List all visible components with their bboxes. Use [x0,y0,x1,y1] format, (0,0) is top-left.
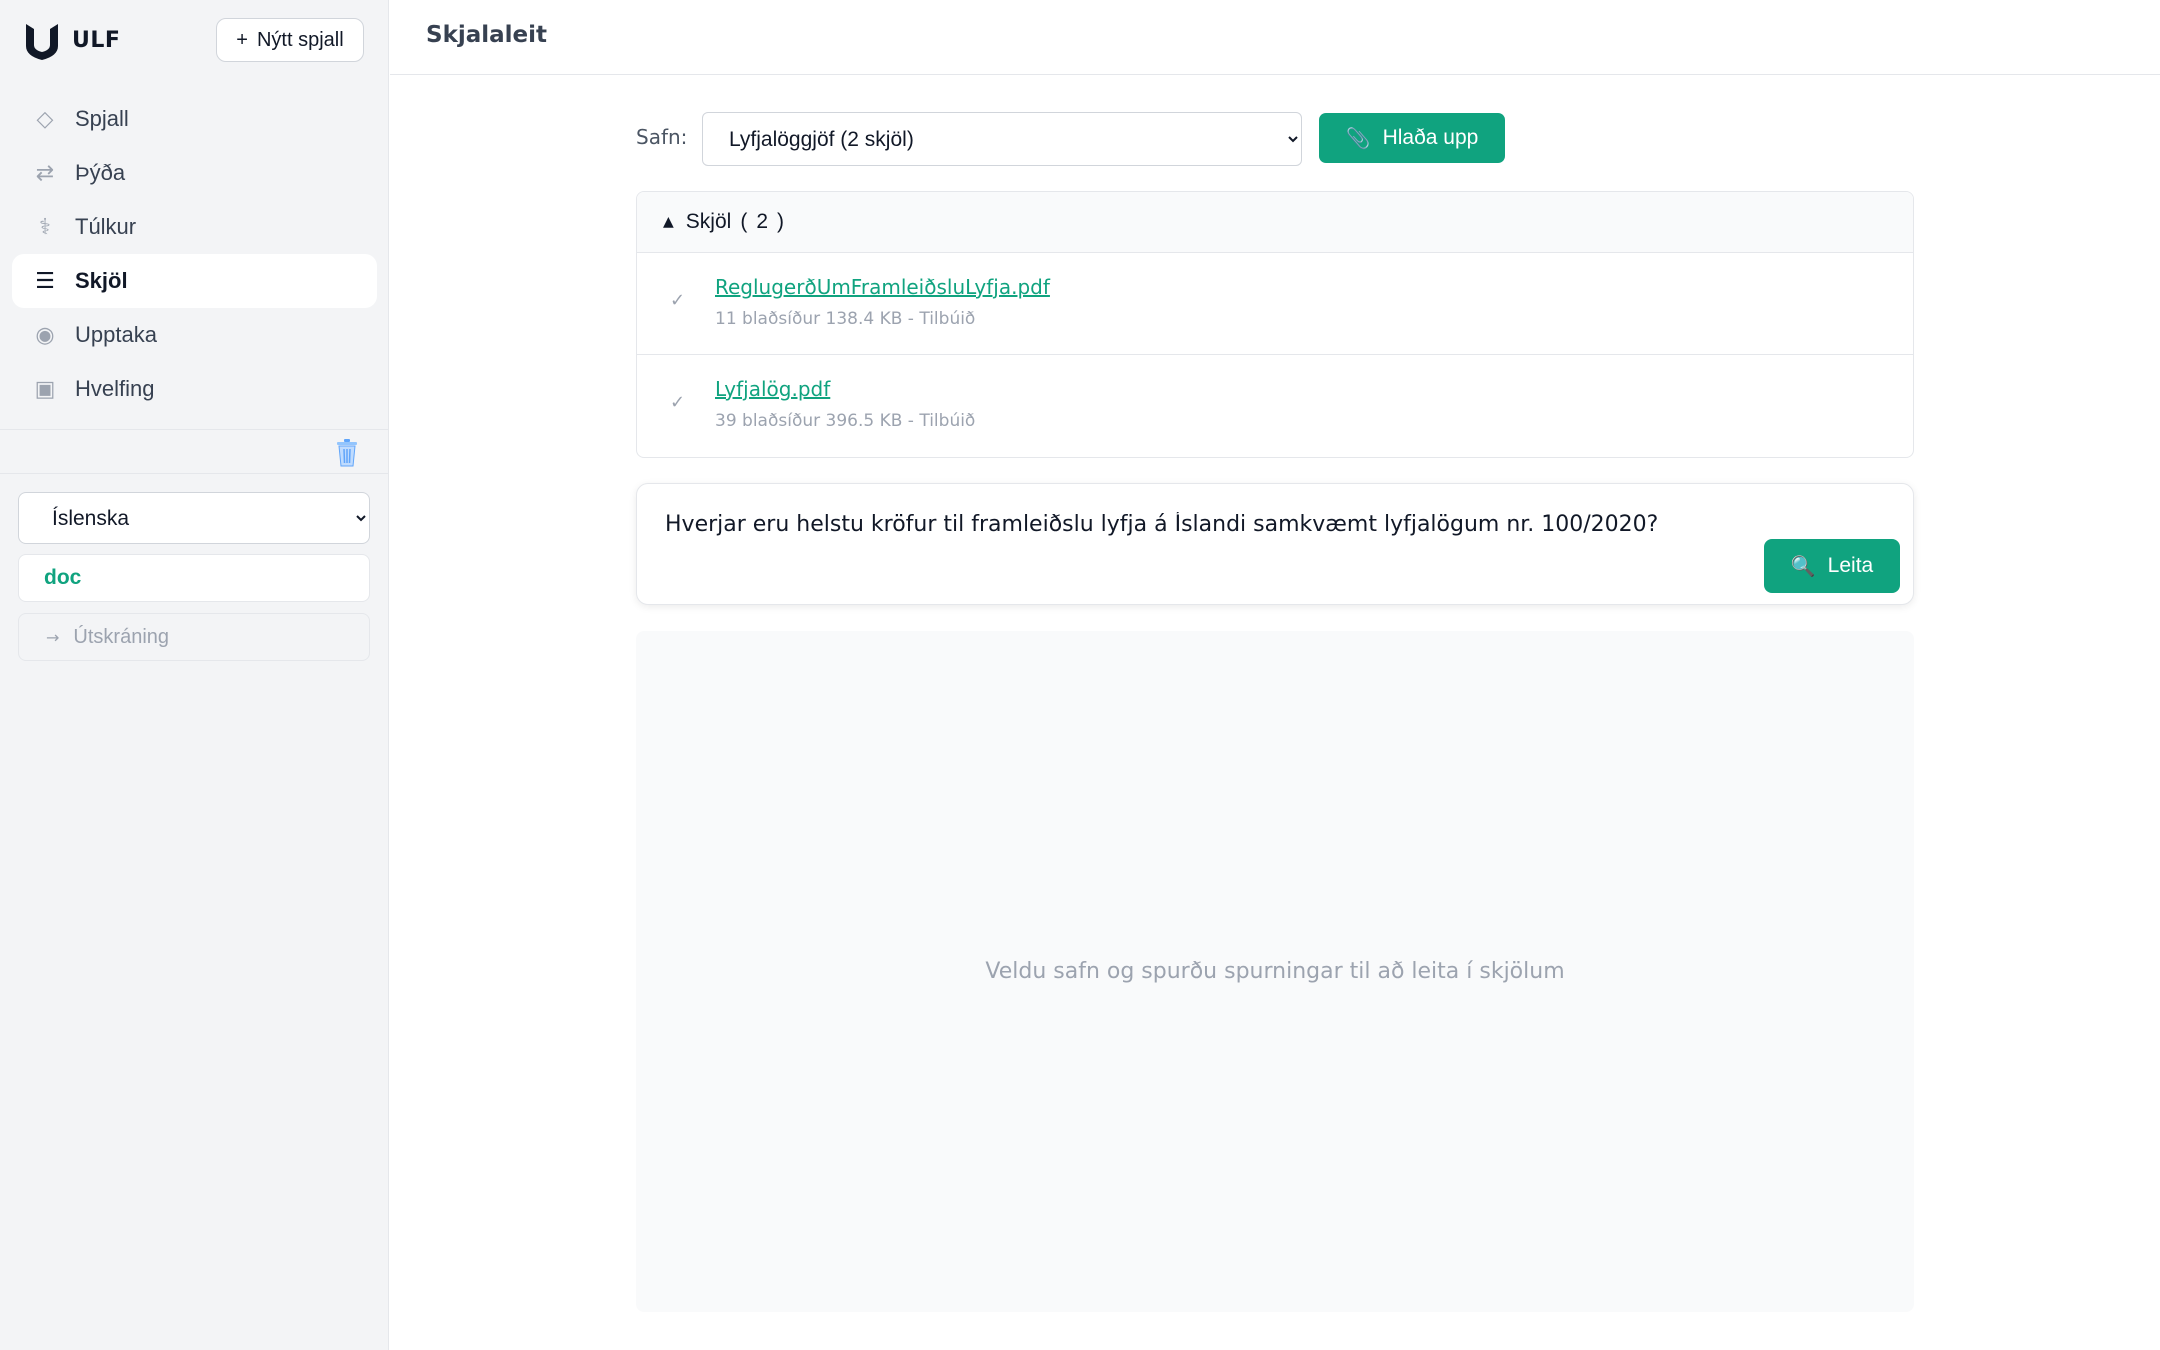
check-icon: ✓ [670,392,686,413]
sidebar-item-tulkur[interactable]: ⚕ Túlkur [12,200,377,254]
documents-header-label: Skjöl [685,210,732,233]
upload-label: Hlaða upp [1382,126,1479,149]
documents-toggle[interactable]: ▲ Skjöl ( 2 ) [637,192,1913,253]
document-link[interactable]: ReglugerðUmFramleiðsluLyfja.pdf [715,275,1050,299]
document-meta: 11 blaðsíður 138.4 KB - Tilbúið [715,309,976,329]
sidebar-item-label: Hvelfing [75,376,155,401]
sidebar-item-label: Spjall [75,106,129,131]
document-row: ✓ Lyfjalög.pdf 39 blaðsíður 396.5 KB - T… [637,355,1913,457]
sidebar-nav: ◇ Spjall ⇄ Þýða ⚕ Túlkur ☰ Skjöl ◉ Uppta… [12,92,377,416]
paperclip-icon: 📎 [1345,127,1371,150]
sidebar-item-skjol[interactable]: ☰ Skjöl [12,254,377,308]
logout-button[interactable]: → Útskráning [18,613,370,661]
paren-open: ( [740,210,748,233]
sidebar-item-label: Þýða [75,160,126,185]
arrow-right-icon: → [46,627,60,647]
document-meta: 39 blaðsíður 396.5 KB - Tilbúið [715,411,976,431]
sidebar-item-label: Skjöl [75,268,128,293]
top-bar: Skjalaleit [390,0,2160,75]
mode-badge: doc [18,554,370,602]
vault-icon: ▣ [34,376,56,402]
upload-button[interactable]: 📎 Hlaða upp [1319,113,1505,163]
list-icon: ☰ [35,268,55,294]
paren-close: ) [777,210,784,233]
empty-results-message: Veldu safn og spurðu spurningar til að l… [985,959,1565,984]
ulf-logo-icon [26,24,58,60]
document-row: ✓ ReglugerðUmFramleiðsluLyfja.pdf 11 bla… [637,253,1913,355]
sidebar: ULF + Nýtt spjall ◇ Spjall ⇄ Þýða ⚕ Túlk… [0,0,389,1350]
search-button[interactable]: 🔍 Leita [1764,539,1900,593]
diamond-icon: ◇ [36,106,54,132]
sidebar-divider [0,473,389,474]
sidebar-item-spjall[interactable]: ◇ Spjall [12,92,377,146]
language-select[interactable]: Íslenska [18,492,370,544]
triangle-up-icon: ▲ [663,214,674,230]
search-icon: 🔍 [1790,555,1816,578]
sidebar-item-label: Túlkur [75,214,137,239]
query-box: 🔍 Leita [636,483,1914,605]
documents-count: 2 [756,210,768,233]
sidebar-item-thyda[interactable]: ⇄ Þýða [12,146,377,200]
collection-select[interactable]: Lyfjalöggjöf (2 skjöl) [702,112,1302,166]
plus-icon: + [236,28,248,51]
check-icon: ✓ [670,290,686,311]
sidebar-item-hvelfing[interactable]: ▣ Hvelfing [12,362,377,416]
search-label: Leita [1827,554,1874,577]
brand[interactable]: ULF [22,18,120,62]
brand-name: ULF [72,27,121,53]
sidebar-item-upptaka[interactable]: ◉ Upptaka [12,308,377,362]
interpreter-icon: ⚕ [39,214,51,240]
new-chat-label: Nýtt spjall [256,28,344,51]
main-content: Skjalaleit Safn: Lyfjalöggjöf (2 skjöl) … [390,0,2160,1350]
results-area: Veldu safn og spurðu spurningar til að l… [636,631,1914,1312]
sidebar-item-label: Upptaka [75,322,157,347]
swap-arrows-icon: ⇄ [35,160,55,186]
collection-label: Safn: [636,125,688,149]
logout-label: Útskráning [73,625,170,648]
record-icon: ◉ [35,322,55,348]
trash-can-graphic [337,439,357,467]
new-chat-button[interactable]: + Nýtt spjall [216,18,364,62]
sidebar-divider [0,429,389,430]
page-title: Skjalaleit [426,22,548,48]
query-input[interactable] [665,506,1665,542]
document-link[interactable]: Lyfjalög.pdf [715,377,830,401]
trash-icon[interactable] [332,438,362,468]
documents-panel: ▲ Skjöl ( 2 ) ✓ ReglugerðUmFramleiðsluLy… [636,191,1914,458]
